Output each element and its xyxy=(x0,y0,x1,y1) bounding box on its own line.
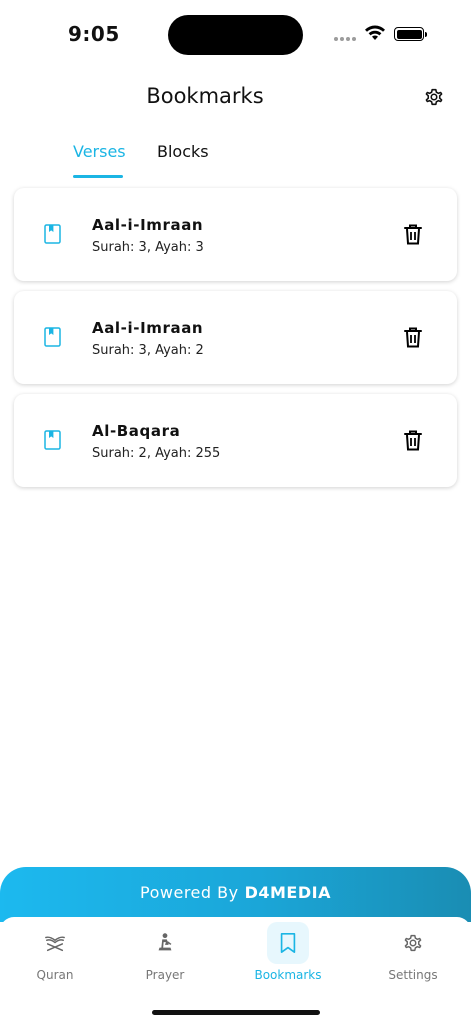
book-icon xyxy=(44,224,61,244)
nav-icon-container xyxy=(144,922,186,964)
nav-item-settings[interactable]: Settings xyxy=(358,917,468,987)
battery-fill xyxy=(396,29,422,39)
trash-icon[interactable] xyxy=(404,430,422,451)
gear-icon[interactable] xyxy=(423,86,445,108)
nav-label: Bookmarks xyxy=(254,968,322,982)
powered-by-label: Powered By xyxy=(140,883,239,902)
nav-icon-container xyxy=(34,922,76,964)
bookmark-list: Aal-i-Imraan Surah: 3, Ayah: 3 Aal-i-Imr… xyxy=(14,188,457,497)
bookmarks-screen: 9:05 Bookmarks Verses Blocks Aal-i-Imraa… xyxy=(0,0,471,1024)
bookmark-title: Aal-i-Imraan xyxy=(92,216,204,234)
bookmark-title: Aal-i-Imraan xyxy=(92,319,204,337)
tab-verses[interactable]: Verses xyxy=(73,142,126,161)
status-time: 9:05 xyxy=(68,22,120,46)
bookmark-card[interactable]: Aal-i-Imraan Surah: 3, Ayah: 3 xyxy=(14,188,457,281)
nav-label: Quran xyxy=(36,968,74,982)
home-indicator xyxy=(152,1010,320,1015)
nav-icon-container xyxy=(267,922,309,964)
trash-icon[interactable] xyxy=(404,327,422,348)
nav-item-prayer[interactable]: Prayer xyxy=(110,917,220,987)
bookmark-location: Surah: 3, Ayah: 3 xyxy=(92,240,204,255)
powered-by-banner: Powered By D4MEDIA xyxy=(0,867,471,922)
bookmark-location: Surah: 2, Ayah: 255 xyxy=(92,446,221,461)
battery-cap xyxy=(425,32,427,37)
wifi-icon xyxy=(365,25,385,40)
brand-name: D4MEDIA xyxy=(244,883,331,902)
active-tab-indicator xyxy=(73,175,123,178)
dynamic-island xyxy=(168,15,303,55)
trash-icon[interactable] xyxy=(404,224,422,245)
tab-bar: Verses Blocks xyxy=(0,142,471,182)
bookmark-location: Surah: 3, Ayah: 2 xyxy=(92,343,204,358)
quran-icon xyxy=(45,936,65,952)
bookmark-card[interactable]: Aal-i-Imraan Surah: 3, Ayah: 2 xyxy=(14,291,457,384)
cellular-signal-icon xyxy=(334,37,356,41)
bottom-navigation: Quran Prayer Bookmarks Settings xyxy=(0,917,471,1024)
bookmark-icon xyxy=(280,933,296,953)
gear-icon xyxy=(404,934,422,952)
prayer-icon xyxy=(158,933,172,951)
nav-label: Prayer xyxy=(145,968,185,982)
tab-blocks[interactable]: Blocks xyxy=(157,142,209,161)
book-icon xyxy=(44,327,61,347)
page-title: Bookmarks xyxy=(146,84,264,108)
nav-icon-container xyxy=(392,922,434,964)
nav-item-quran[interactable]: Quran xyxy=(0,917,110,987)
battery-icon xyxy=(394,27,424,41)
book-icon xyxy=(44,430,61,450)
status-bar: 9:05 xyxy=(0,0,471,70)
nav-item-bookmarks[interactable]: Bookmarks xyxy=(233,917,343,987)
bookmark-title: Al-Baqara xyxy=(92,422,181,440)
bookmark-card[interactable]: Al-Baqara Surah: 2, Ayah: 255 xyxy=(14,394,457,487)
nav-label: Settings xyxy=(388,968,438,982)
